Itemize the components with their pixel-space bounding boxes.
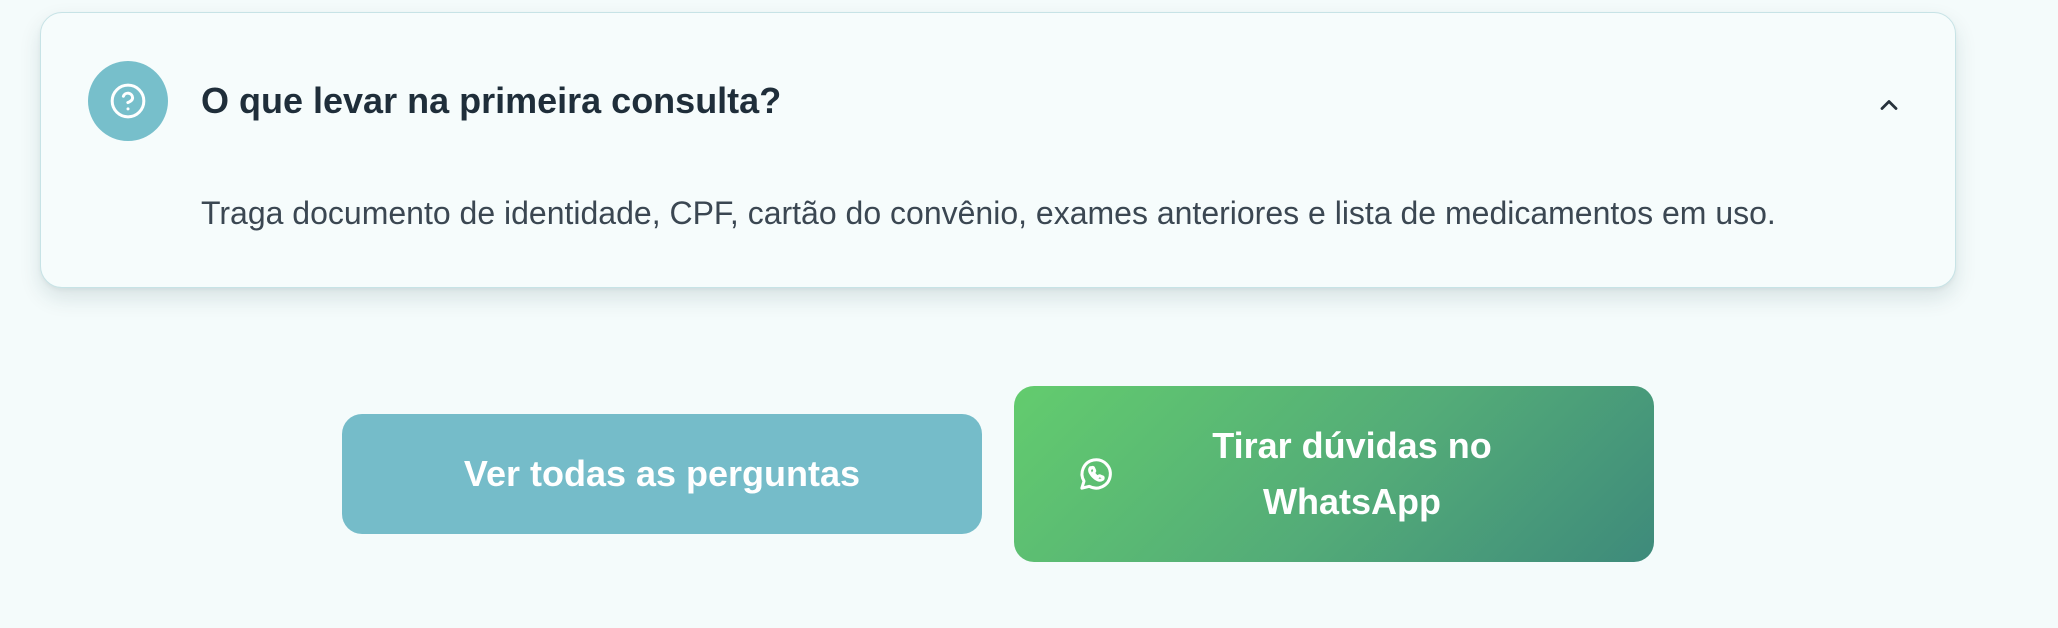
whatsapp-icon bbox=[1080, 458, 1112, 490]
all-questions-button-label: Ver todas as perguntas bbox=[463, 453, 861, 494]
page: O que levar na primeira consulta? Traga … bbox=[0, 0, 2058, 628]
faq-answer: Traga documento de identidade, CPF, cart… bbox=[201, 195, 1776, 231]
faq-question[interactable]: O que levar na primeira consulta? bbox=[201, 79, 781, 123]
question-circle-icon bbox=[88, 61, 168, 141]
faq-accordion-item[interactable]: O que levar na primeira consulta? Traga … bbox=[40, 12, 1956, 288]
whatsapp-button[interactable]: Tirar dúvidas no WhatsApp bbox=[1014, 386, 1654, 562]
chevron-up-icon[interactable] bbox=[1871, 87, 1907, 123]
whatsapp-button-label: Tirar dúvidas no WhatsApp bbox=[1212, 425, 1492, 522]
all-questions-button[interactable]: Ver todas as perguntas bbox=[342, 414, 982, 534]
